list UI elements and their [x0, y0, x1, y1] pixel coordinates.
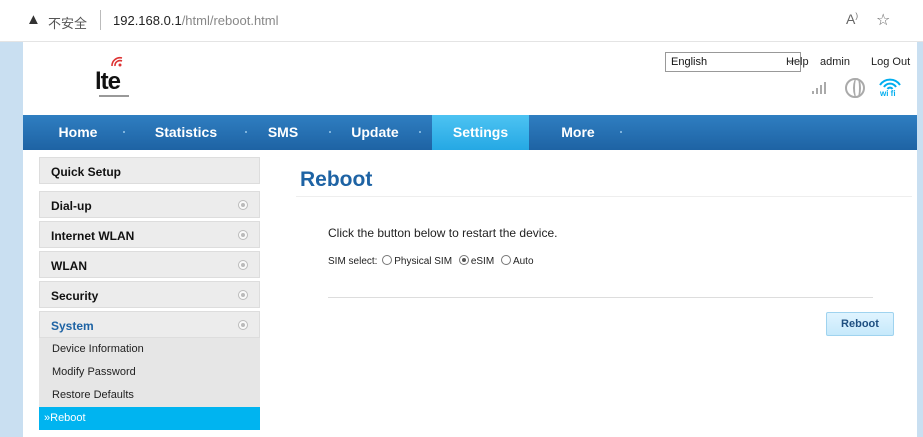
sim-option-label: Auto [512, 256, 534, 267]
nav-separator [123, 131, 125, 133]
logo-text: lte [95, 68, 121, 95]
sidebar-item-security[interactable]: Security [39, 281, 260, 308]
sim-radio-esim[interactable] [458, 255, 469, 265]
logo-signal-icon [111, 56, 123, 67]
address-separator [100, 10, 101, 30]
sidebar-subitem-label: Reboot [50, 412, 86, 424]
sim-radio-physical[interactable] [382, 255, 393, 265]
nav-separator [245, 131, 247, 133]
sidebar-item-label: Security [51, 289, 99, 303]
user-name: admin [820, 56, 850, 68]
expand-circle-icon [238, 290, 248, 300]
sidebar-subitem-reboot[interactable]: »Reboot [39, 407, 260, 430]
help-link[interactable]: Help [786, 56, 809, 68]
page-left-border [0, 42, 23, 437]
insecure-label[interactable]: 不安全 [48, 13, 87, 32]
content-divider [328, 297, 873, 298]
main-nav: Home Statistics SMS Update Settings More [23, 115, 917, 150]
reboot-description: Click the button below to restart the de… [328, 226, 558, 240]
sidebar-item-label: System [51, 319, 94, 333]
title-divider [296, 196, 912, 197]
nav-separator [329, 131, 331, 133]
nav-update[interactable]: Update [341, 115, 409, 150]
router-header: lte English ⌵ Help admin Log Out wi fi [23, 42, 917, 112]
expand-circle-icon [238, 320, 248, 330]
signal-strength-icon [812, 82, 828, 94]
reboot-button[interactable]: Reboot [826, 312, 894, 336]
page-right-border [917, 42, 923, 437]
sidebar-item-quick-setup[interactable]: Quick Setup [39, 157, 260, 184]
expand-circle-icon [238, 230, 248, 240]
lte-logo: lte [95, 54, 145, 102]
sidebar-item-label: Internet WLAN [51, 229, 135, 243]
globe-icon [845, 78, 865, 98]
nav-separator [419, 131, 421, 133]
sidebar-item-label: Dial-up [51, 199, 92, 213]
wifi-label: wi fi [880, 89, 896, 98]
sim-option-label: eSIM [470, 256, 495, 267]
nav-more[interactable]: More [548, 115, 608, 150]
nav-sms[interactable]: SMS [258, 115, 308, 150]
read-aloud-icon[interactable]: A) [846, 11, 858, 27]
url-path: /html/reboot.html [181, 13, 279, 28]
wifi-icon: wi fi [878, 76, 902, 100]
sim-option-label: Physical SIM [394, 256, 453, 267]
sidebar-item-dial-up[interactable]: Dial-up [39, 191, 260, 218]
url-host: 192.168.0.1 [113, 13, 182, 28]
sidebar-subitem-device-information[interactable]: Device Information [39, 338, 260, 361]
logout-link[interactable]: Log Out [871, 56, 910, 68]
nav-settings[interactable]: Settings [432, 115, 529, 150]
url-field[interactable]: 192.168.0.1/html/reboot.html [113, 13, 279, 28]
nav-home[interactable]: Home [48, 115, 108, 150]
sidebar-item-label: WLAN [51, 259, 87, 273]
nav-statistics[interactable]: Statistics [141, 115, 231, 150]
settings-sidebar: Quick Setup Dial-up Internet WLAN WLAN S… [39, 157, 260, 430]
page-title: Reboot [300, 168, 373, 191]
sidebar-item-label: Quick Setup [51, 165, 122, 179]
nav-separator [620, 131, 622, 133]
language-select[interactable]: English ⌵ [665, 52, 801, 72]
browser-address-bar: ▲ 不安全 192.168.0.1/html/reboot.html A) ☆ [0, 0, 923, 42]
sidebar-subitem-restore-defaults[interactable]: Restore Defaults [39, 384, 260, 407]
logo-underline [99, 95, 129, 97]
expand-circle-icon [238, 200, 248, 210]
language-value: English [671, 56, 708, 68]
favorite-star-icon[interactable]: ☆ [876, 10, 890, 30]
sidebar-item-internet-wlan[interactable]: Internet WLAN [39, 221, 260, 248]
expand-circle-icon [238, 260, 248, 270]
sidebar-subitem-modify-password[interactable]: Modify Password [39, 361, 260, 384]
sim-select-group: SIM select: Physical SIM eSIM Auto [328, 255, 536, 267]
sim-radio-auto[interactable] [500, 255, 511, 265]
sidebar-item-wlan[interactable]: WLAN [39, 251, 260, 278]
sim-select-label: SIM select: [328, 256, 378, 267]
warning-icon[interactable]: ▲ [26, 11, 41, 28]
sidebar-item-system[interactable]: System [39, 311, 260, 338]
